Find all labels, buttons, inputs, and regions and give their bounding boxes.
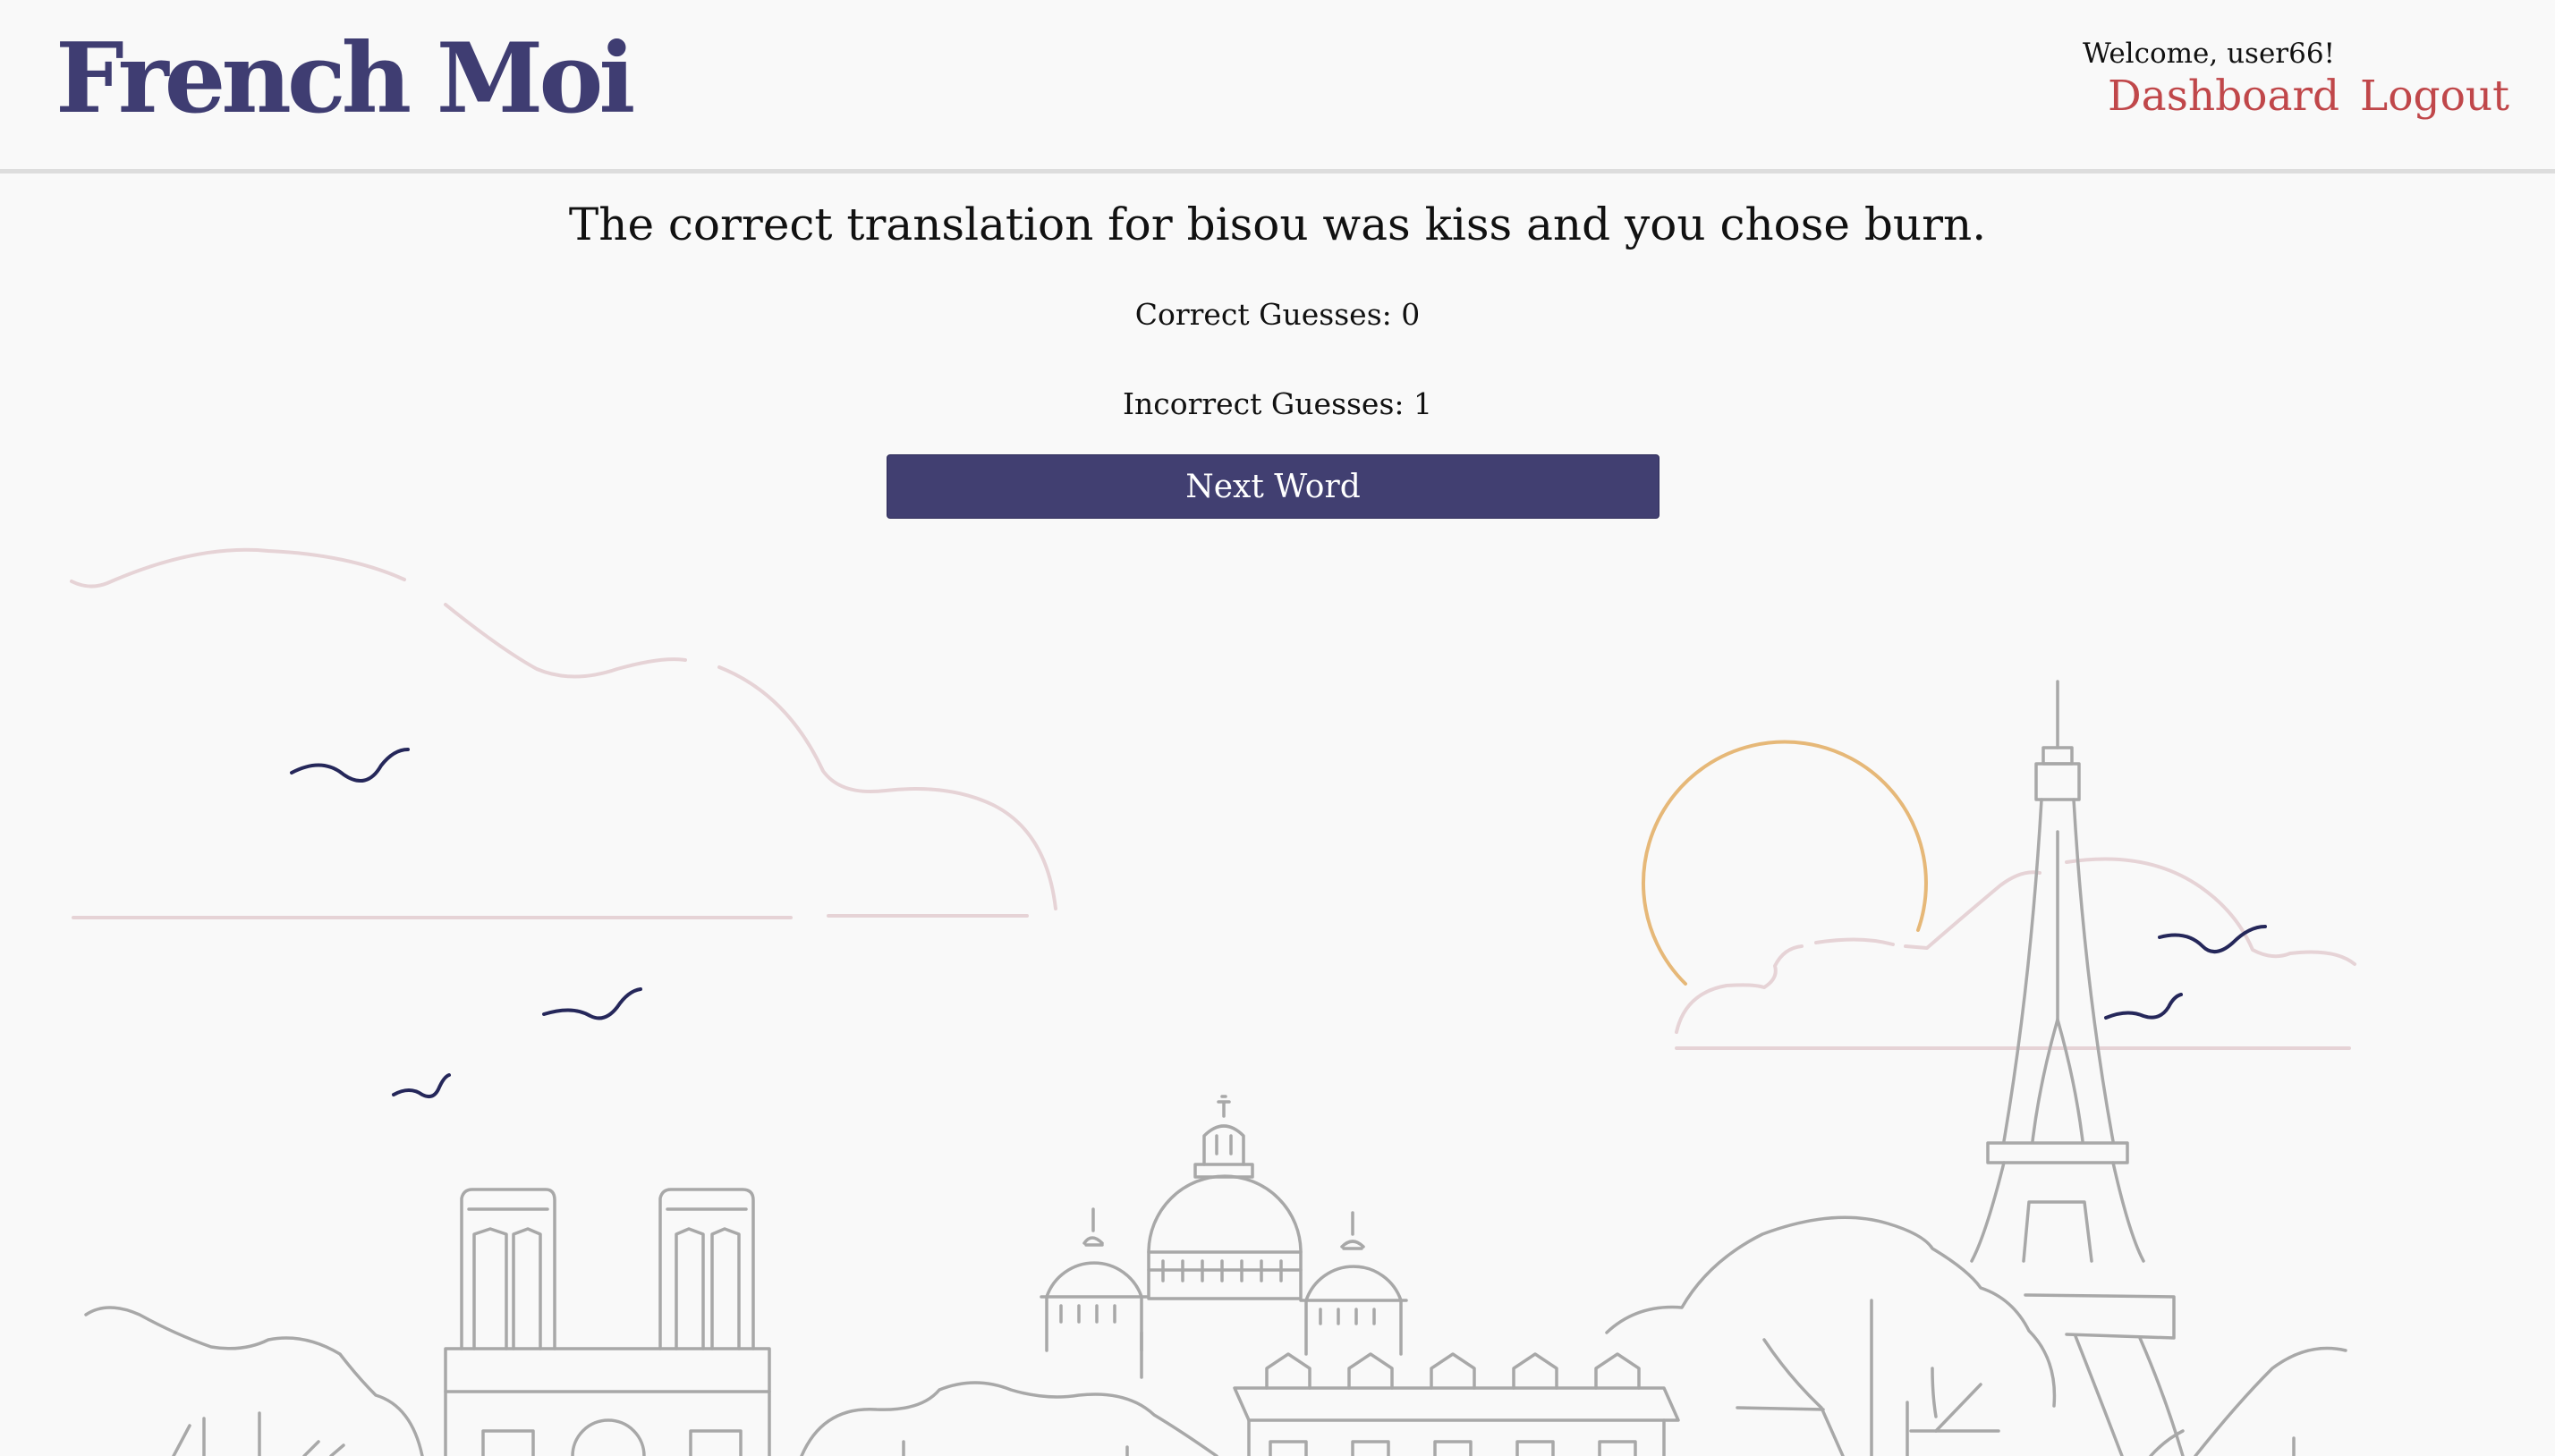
next-word-button[interactable]: Next Word [887, 454, 1659, 519]
cloud-icon [70, 547, 1057, 919]
logo[interactable]: French Moi [55, 16, 635, 141]
cloud-icon [1675, 857, 2356, 1050]
correct-guesses: Correct Guesses: 0 [1134, 297, 1421, 332]
eiffel-tower-icon [1970, 680, 2185, 1456]
sacre-coeur-icon [1040, 1095, 1408, 1379]
site-header: French Moi Welcome, user66! Dashboard Lo… [0, 0, 2555, 174]
logout-link[interactable]: Logout [2360, 72, 2509, 121]
paris-skyline-illustration [0, 537, 2555, 1456]
page: French Moi Welcome, user66! Dashboard Lo… [0, 0, 2555, 1456]
building-icon [1233, 1352, 1680, 1456]
notre-dame-icon [444, 1188, 771, 1456]
dashboard-link[interactable]: Dashboard [2108, 72, 2339, 121]
bird-icon [290, 748, 2267, 1098]
incorrect-guesses: Incorrect Guesses: 1 [1122, 386, 1433, 421]
sun-icon [1641, 740, 1928, 986]
result-message: The correct translation for bisou was ki… [568, 199, 1987, 250]
welcome-message: Welcome, user66! [2083, 38, 2336, 70]
